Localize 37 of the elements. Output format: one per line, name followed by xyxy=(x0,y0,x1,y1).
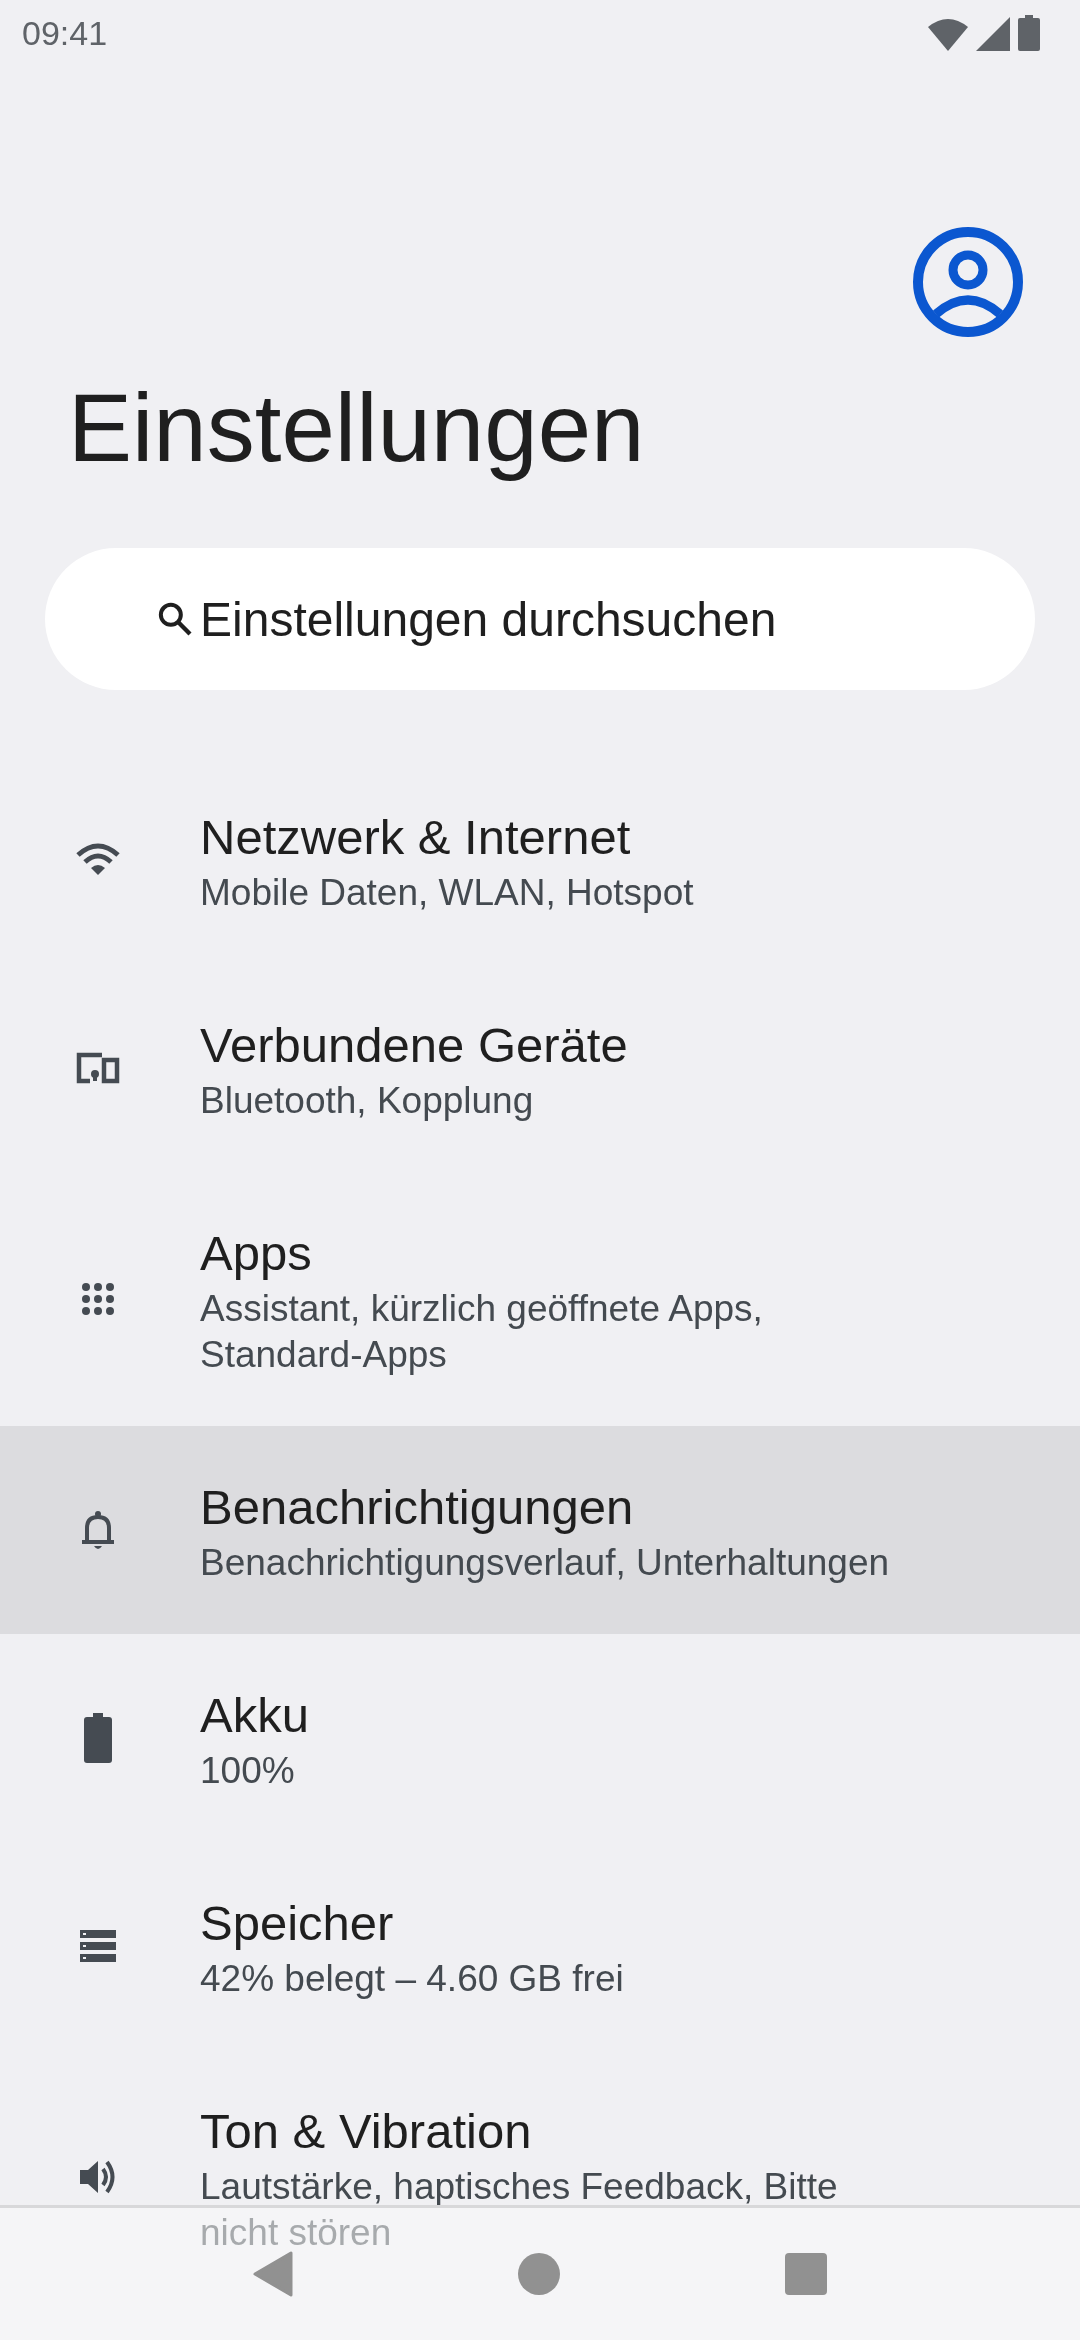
settings-item[interactable]: Netzwerk & Internet Mobile Daten, WLAN, Hotspot xyxy=(0,756,1080,964)
battery-icon xyxy=(84,1713,112,1763)
item-subtitle: Lautstärke, haptisches Feedback, Bitte nicht stören xyxy=(200,2165,839,2255)
item-title: Akku xyxy=(200,1687,310,1744)
settings-item[interactable]: Benachrichtigungen Benachrichtigungsverlauf, Unterhaltungen xyxy=(0,1426,1080,1634)
bell-icon xyxy=(81,1510,115,1550)
cell-signal-icon xyxy=(976,17,1010,51)
devices-icon xyxy=(76,1052,120,1084)
settings-item[interactable]: Speicher 42% belegt – 4.60 GB frei xyxy=(0,1842,1080,2050)
wifi-icon xyxy=(76,843,120,877)
settings-item[interactable]: Apps Assistant, kürzlich geöffnete Apps, Standard-Apps xyxy=(0,1172,1080,1426)
storage-icon xyxy=(80,1930,116,1962)
apps-grid-icon xyxy=(82,1283,114,1315)
settings-item[interactable]: Verbundene Geräte Bluetooth, Kopplung xyxy=(0,964,1080,1172)
wifi-signal-icon xyxy=(928,17,968,51)
item-title: Netzwerk & Internet xyxy=(200,809,632,866)
item-subtitle: 42% belegt – 4.60 GB frei xyxy=(200,1957,625,2001)
item-title: Benachrichtigungen xyxy=(200,1479,635,1536)
item-subtitle: Mobile Daten, WLAN, Hotspot xyxy=(200,871,695,915)
page-title: Einstellungen xyxy=(68,373,646,483)
status-time: 09:41 xyxy=(22,13,108,53)
item-subtitle: Bluetooth, Kopplung xyxy=(200,1079,535,1123)
item-title: Verbundene Geräte xyxy=(200,1017,629,1074)
recents-button[interactable] xyxy=(785,2253,828,2295)
home-button[interactable] xyxy=(518,2253,560,2295)
item-subtitle: 100% xyxy=(200,1749,296,1793)
item-title: Speicher xyxy=(200,1895,395,1952)
item-title: Apps xyxy=(200,1225,313,1282)
search-field[interactable]: Einstellungen durchsuchen xyxy=(45,548,1035,690)
item-subtitle: Assistant, kürzlich geöffnete Apps, Standard-Apps xyxy=(200,1287,764,1377)
item-subtitle: Benachrichtigungsverlauf, Unterhaltungen xyxy=(200,1541,890,1585)
back-button[interactable] xyxy=(252,2251,293,2297)
settings-item[interactable]: Ton & Vibration Lautstärke, haptisches Feedback, Bitte nicht stören xyxy=(0,2050,1080,2304)
battery-status-icon xyxy=(1018,15,1040,51)
item-title: Ton & Vibration xyxy=(200,2103,533,2160)
settings-item[interactable]: Akku 100% xyxy=(0,1634,1080,1842)
account-icon[interactable] xyxy=(912,226,1024,338)
